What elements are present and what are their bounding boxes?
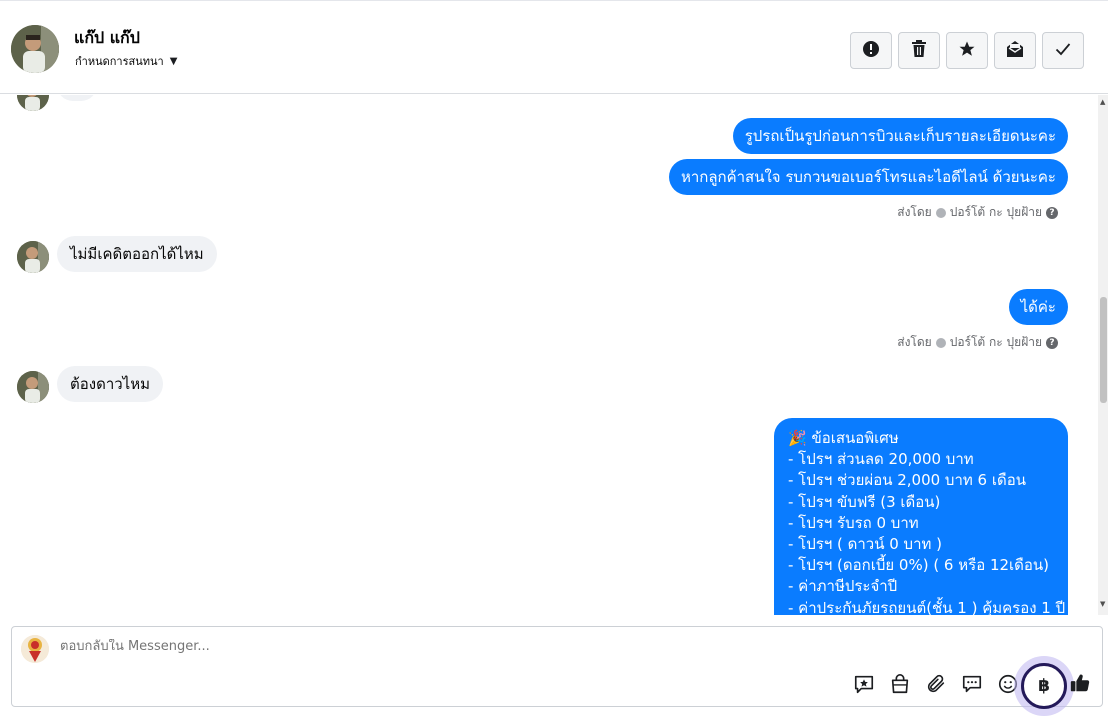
customer-avatar [17,371,49,403]
offer-line: - โปรฯ ขับฟรี (3 เดือน) [788,492,941,511]
conversation-header: แก๊ป แก๊ป กำหนดการสนทนา ▼ [0,0,1108,94]
shopping-bag-icon [889,673,911,699]
done-button[interactable] [1042,32,1084,69]
verified-dot-icon [935,337,946,348]
star-icon [958,40,976,62]
paperclip-icon [925,673,947,699]
verified-dot-icon [935,207,946,218]
offer-title-line: 🎉 ข้อเสนอพิเศษ [788,428,1054,449]
delete-button[interactable] [898,32,940,69]
scroll-down-arrow-icon[interactable]: ▼ [1100,600,1105,608]
outgoing-message[interactable]: หากลูกค้าสนใจ รบกวนขอเบอร์โทรและไอดีไลน์… [668,159,1068,195]
saved-reply-icon [853,673,875,699]
outgoing-message[interactable]: ได้ค่ะ [1008,289,1068,325]
party-popper-icon: 🎉 [788,429,807,447]
customer-avatar [17,95,49,111]
sent-by-info: ส่งโดย ปอร์โต้ กะ ปุยฝ้าย ? [897,333,1058,352]
baht-icon: ฿ [1038,676,1050,696]
sent-by-name: ปอร์โต้ กะ ปุยฝ้าย [949,335,1042,349]
star-button[interactable] [946,32,988,69]
shop-button[interactable] [888,674,912,698]
help-icon[interactable]: ? [1046,206,1058,219]
offer-line: - โปรฯ ส่วนลด 20,000 บาท [788,450,974,469]
incoming-message[interactable]: ไม่มีเคดิตออกได้ไหม [57,236,217,272]
offer-line: - โปรฯ ( ดาวน์ 0 บาท ) [788,535,942,554]
checkmark-icon [1055,41,1071,60]
exclamation-circle-icon [862,40,880,62]
assign-conversation-dropdown[interactable]: กำหนดการสนทนา ▼ [75,52,177,70]
offer-line: - โปรฯ รับรถ 0 บาท [788,513,919,532]
offer-line: - โปรฯ (ดอกเบี้ย 0%) ( 6 หรือ 12เดือน) [788,556,1050,575]
customer-avatar [17,241,49,273]
like-button[interactable] [1068,673,1092,697]
scrollbar-thumb[interactable] [1100,297,1107,403]
chat-button[interactable] [960,674,984,698]
offer-line: - ค่าประกันภัยรถยนต์(ชั้น 1 ) คุ้มครอง 1… [788,598,1066,615]
envelope-open-icon [1006,40,1024,62]
offer-title: ข้อเสนอพิเศษ [811,429,899,447]
payment-button[interactable]: ฿ [1021,663,1067,709]
outgoing-message[interactable]: รูปรถเป็นรูปก่อนการบิวและเก็บรายละเอียดน… [732,118,1068,154]
help-icon[interactable]: ? [1046,336,1058,349]
sent-by-label: ส่งโดย [897,205,932,219]
reply-composer [11,626,1103,707]
cut-off-bubble [57,95,97,101]
reply-input[interactable] [60,639,960,654]
message-thread[interactable]: รูปรถเป็นรูปก่อนการบิวและเก็บรายละเอียดน… [0,95,1098,615]
trash-icon [911,39,927,62]
contact-name[interactable]: แก๊ป แก๊ป [74,26,140,51]
mark-unread-button[interactable] [994,32,1036,69]
sent-by-label: ส่งโดย [897,335,932,349]
report-button[interactable] [850,32,892,69]
offer-line: - ค่าภาษีประจำปี [788,577,898,596]
sent-by-name: ปอร์โต้ กะ ปุยฝ้าย [949,205,1042,219]
attach-button[interactable] [924,674,948,698]
messenger-conversation: แก๊ป แก๊ป กำหนดการสนทนา ▼ รูปรถเป็นรูปก่… [0,0,1108,721]
offer-line: - โปรฯ ช่วยผ่อน 2,000 บาท 6 เดือน [788,471,1026,490]
sent-by-info: ส่งโดย ปอร์โต้ กะ ปุยฝ้าย ? [897,203,1058,222]
incoming-message[interactable]: ต้องดาวไหม [57,366,163,402]
saved-reply-button[interactable] [852,674,876,698]
chat-bubbles-icon [961,673,983,699]
scroll-up-arrow-icon[interactable]: ▲ [1100,98,1105,106]
contact-avatar[interactable] [11,25,59,73]
thumbs-up-icon [1069,672,1091,698]
page-avatar [21,635,49,663]
assign-label: กำหนดการสนทนา [75,55,164,68]
caret-down-icon: ▼ [169,55,178,67]
special-offer-message[interactable]: 🎉 ข้อเสนอพิเศษ - โปรฯ ส่วนลด 20,000 บาท … [774,418,1068,615]
